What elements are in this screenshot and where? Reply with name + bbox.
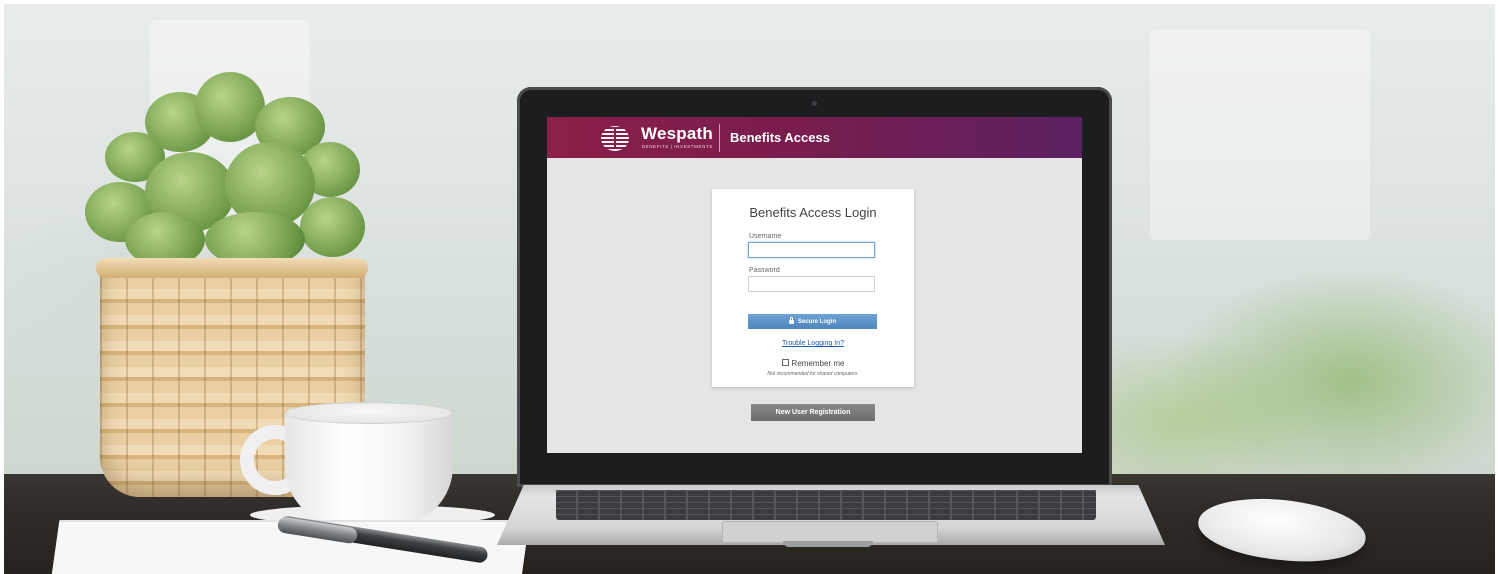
keyboard-rows <box>556 490 1096 520</box>
background-window <box>1150 30 1370 240</box>
coffee-cup <box>285 408 453 526</box>
username-label: Username <box>749 233 782 240</box>
cup-rim <box>285 402 453 424</box>
brand-tagline: BENEFITS | INVESTMENTS <box>642 144 713 149</box>
header-bar: Wespath BENEFITS | INVESTMENTS Benefits … <box>547 117 1082 158</box>
laptop-lip <box>783 541 873 547</box>
login-card: Benefits Access Login Username Password … <box>712 189 914 387</box>
trouble-logging-in-link[interactable]: Trouble Logging In? <box>712 340 914 347</box>
password-input[interactable] <box>748 276 875 292</box>
username-input[interactable] <box>748 242 875 258</box>
app-title: Benefits Access <box>730 130 830 145</box>
basket-rim <box>96 258 368 278</box>
login-title: Benefits Access Login <box>749 205 877 220</box>
cross-icon <box>611 129 619 149</box>
webcam <box>812 101 817 106</box>
laptop-screen: Wespath BENEFITS | INVESTMENTS Benefits … <box>547 117 1082 453</box>
remember-me-checkbox[interactable] <box>781 359 789 366</box>
header-divider <box>719 124 720 152</box>
password-label: Password <box>749 267 780 274</box>
lock-icon <box>788 316 794 324</box>
potted-plant <box>85 72 375 272</box>
secure-login-button[interactable]: Secure Login <box>748 314 877 329</box>
brand-name[interactable]: Wespath <box>641 124 713 144</box>
trackpad <box>722 521 938 543</box>
remember-me-label[interactable]: Remember me <box>792 359 845 368</box>
remember-me-row: Remember me <box>712 359 914 368</box>
shared-computer-note: Not recommended for shared computers. <box>767 371 859 377</box>
new-user-registration-button[interactable]: New User Registration <box>751 404 875 421</box>
secure-login-label: Secure Login <box>797 318 836 325</box>
